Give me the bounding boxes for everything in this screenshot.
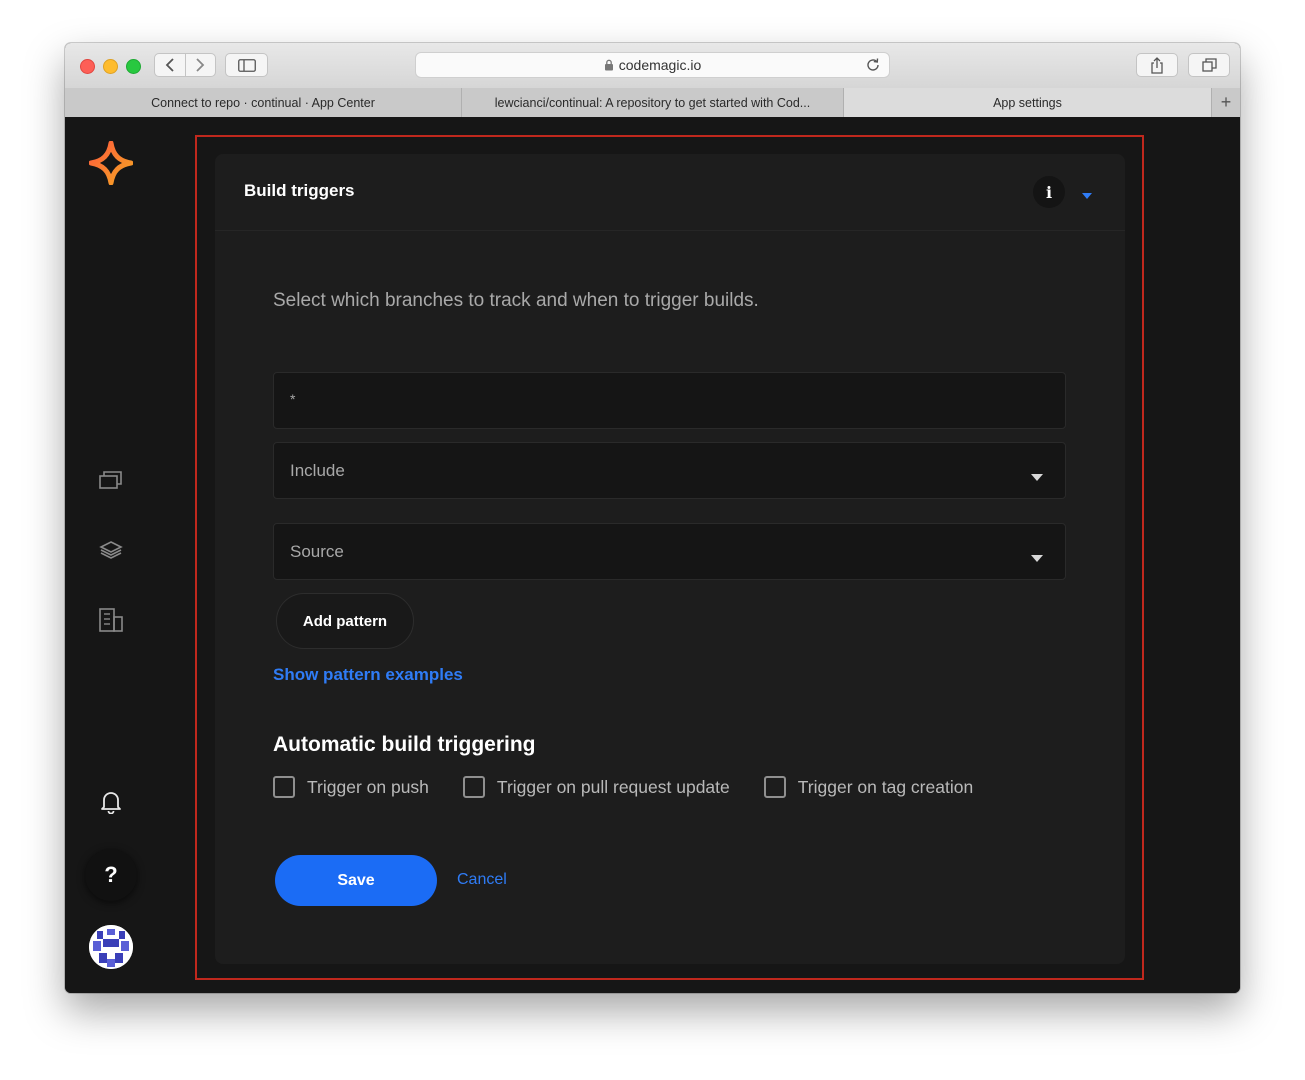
show-pattern-examples-link[interactable]: Show pattern examples bbox=[273, 665, 463, 685]
avatar[interactable] bbox=[89, 925, 133, 969]
minimize-window-button[interactable] bbox=[103, 59, 118, 74]
branch-pattern-value: * bbox=[290, 391, 296, 407]
trigger-on-tag-option[interactable]: Trigger on tag creation bbox=[763, 776, 974, 798]
include-exclude-select[interactable]: Include bbox=[273, 442, 1066, 499]
help-button[interactable]: ? bbox=[85, 849, 137, 901]
collapse-caret-icon[interactable] bbox=[1081, 187, 1093, 205]
section-description: Select which branches to track and when … bbox=[273, 290, 759, 311]
codemagic-logo-icon[interactable] bbox=[88, 140, 134, 190]
teams-icon[interactable] bbox=[99, 607, 123, 638]
checkbox-label: Trigger on pull request update bbox=[496, 776, 730, 797]
trigger-checkbox-group: Trigger on push Trigger on pull request … bbox=[273, 776, 1007, 798]
include-select-value: Include bbox=[290, 460, 345, 480]
help-icon: ? bbox=[104, 862, 118, 887]
browser-toolbar: codemagic.io bbox=[65, 43, 1240, 89]
tab-connect-to-repo[interactable]: Connect to repo · continual · App Center bbox=[65, 88, 462, 117]
card-title: Build triggers bbox=[244, 181, 355, 200]
source-select[interactable]: Source bbox=[273, 523, 1066, 580]
save-button[interactable]: Save bbox=[275, 855, 437, 906]
build-triggers-card: Build triggers i Select which branches t… bbox=[215, 154, 1125, 964]
address-bar[interactable]: codemagic.io bbox=[415, 52, 890, 78]
share-button[interactable] bbox=[1136, 53, 1178, 77]
layers-icon[interactable] bbox=[99, 541, 123, 564]
tabs-overview-icon bbox=[1201, 58, 1217, 72]
browser-window: codemagic.io Connect to repo · continual… bbox=[65, 43, 1240, 993]
tab-app-settings[interactable]: App settings bbox=[844, 88, 1212, 117]
sidebar-icon bbox=[237, 58, 256, 72]
chevron-down-icon bbox=[1031, 467, 1043, 487]
trigger-on-pr-checkbox[interactable] bbox=[462, 776, 485, 798]
close-window-button[interactable] bbox=[80, 59, 95, 74]
chevron-right-icon bbox=[196, 58, 205, 72]
cancel-link[interactable]: Cancel bbox=[457, 871, 507, 889]
app-sidebar: ? bbox=[65, 117, 155, 993]
back-button[interactable] bbox=[155, 54, 185, 76]
address-text: codemagic.io bbox=[618, 57, 702, 73]
new-tab-button[interactable]: + bbox=[1212, 88, 1240, 117]
history-nav bbox=[154, 53, 216, 77]
chevron-down-icon bbox=[1031, 548, 1043, 568]
trigger-on-tag-checkbox[interactable] bbox=[763, 776, 786, 798]
lock-icon bbox=[604, 59, 614, 71]
trigger-on-push-option[interactable]: Trigger on push bbox=[273, 776, 429, 798]
info-icon: i bbox=[1045, 182, 1053, 202]
zoom-window-button[interactable] bbox=[126, 59, 141, 74]
page-content: ? Build triggers i Select which branches… bbox=[65, 117, 1240, 993]
source-select-value: Source bbox=[290, 541, 344, 561]
forward-button[interactable] bbox=[184, 54, 216, 76]
show-tabs-button[interactable] bbox=[1188, 53, 1230, 77]
chevron-left-icon bbox=[165, 58, 174, 72]
automatic-triggering-heading: Automatic build triggering bbox=[273, 733, 536, 756]
checkbox-label: Trigger on push bbox=[307, 776, 429, 797]
add-pattern-button[interactable]: Add pattern bbox=[276, 593, 414, 649]
reload-icon[interactable] bbox=[865, 57, 881, 73]
bell-icon[interactable] bbox=[100, 790, 122, 819]
tab-repository[interactable]: lewcianci/continual: A repository to get… bbox=[462, 88, 844, 117]
trigger-on-push-checkbox[interactable] bbox=[273, 776, 295, 798]
info-button[interactable]: i bbox=[1033, 176, 1065, 208]
checkbox-label: Trigger on tag creation bbox=[797, 776, 974, 797]
apps-icon[interactable] bbox=[99, 470, 123, 495]
card-header[interactable]: Build triggers i bbox=[215, 154, 1125, 231]
trigger-on-pr-option[interactable]: Trigger on pull request update bbox=[462, 776, 730, 798]
share-icon bbox=[1151, 56, 1163, 74]
tab-bar: Connect to repo · continual · App Center… bbox=[65, 88, 1240, 118]
sidebar-toggle-button[interactable] bbox=[225, 53, 268, 77]
branch-pattern-input[interactable]: * bbox=[273, 372, 1066, 429]
